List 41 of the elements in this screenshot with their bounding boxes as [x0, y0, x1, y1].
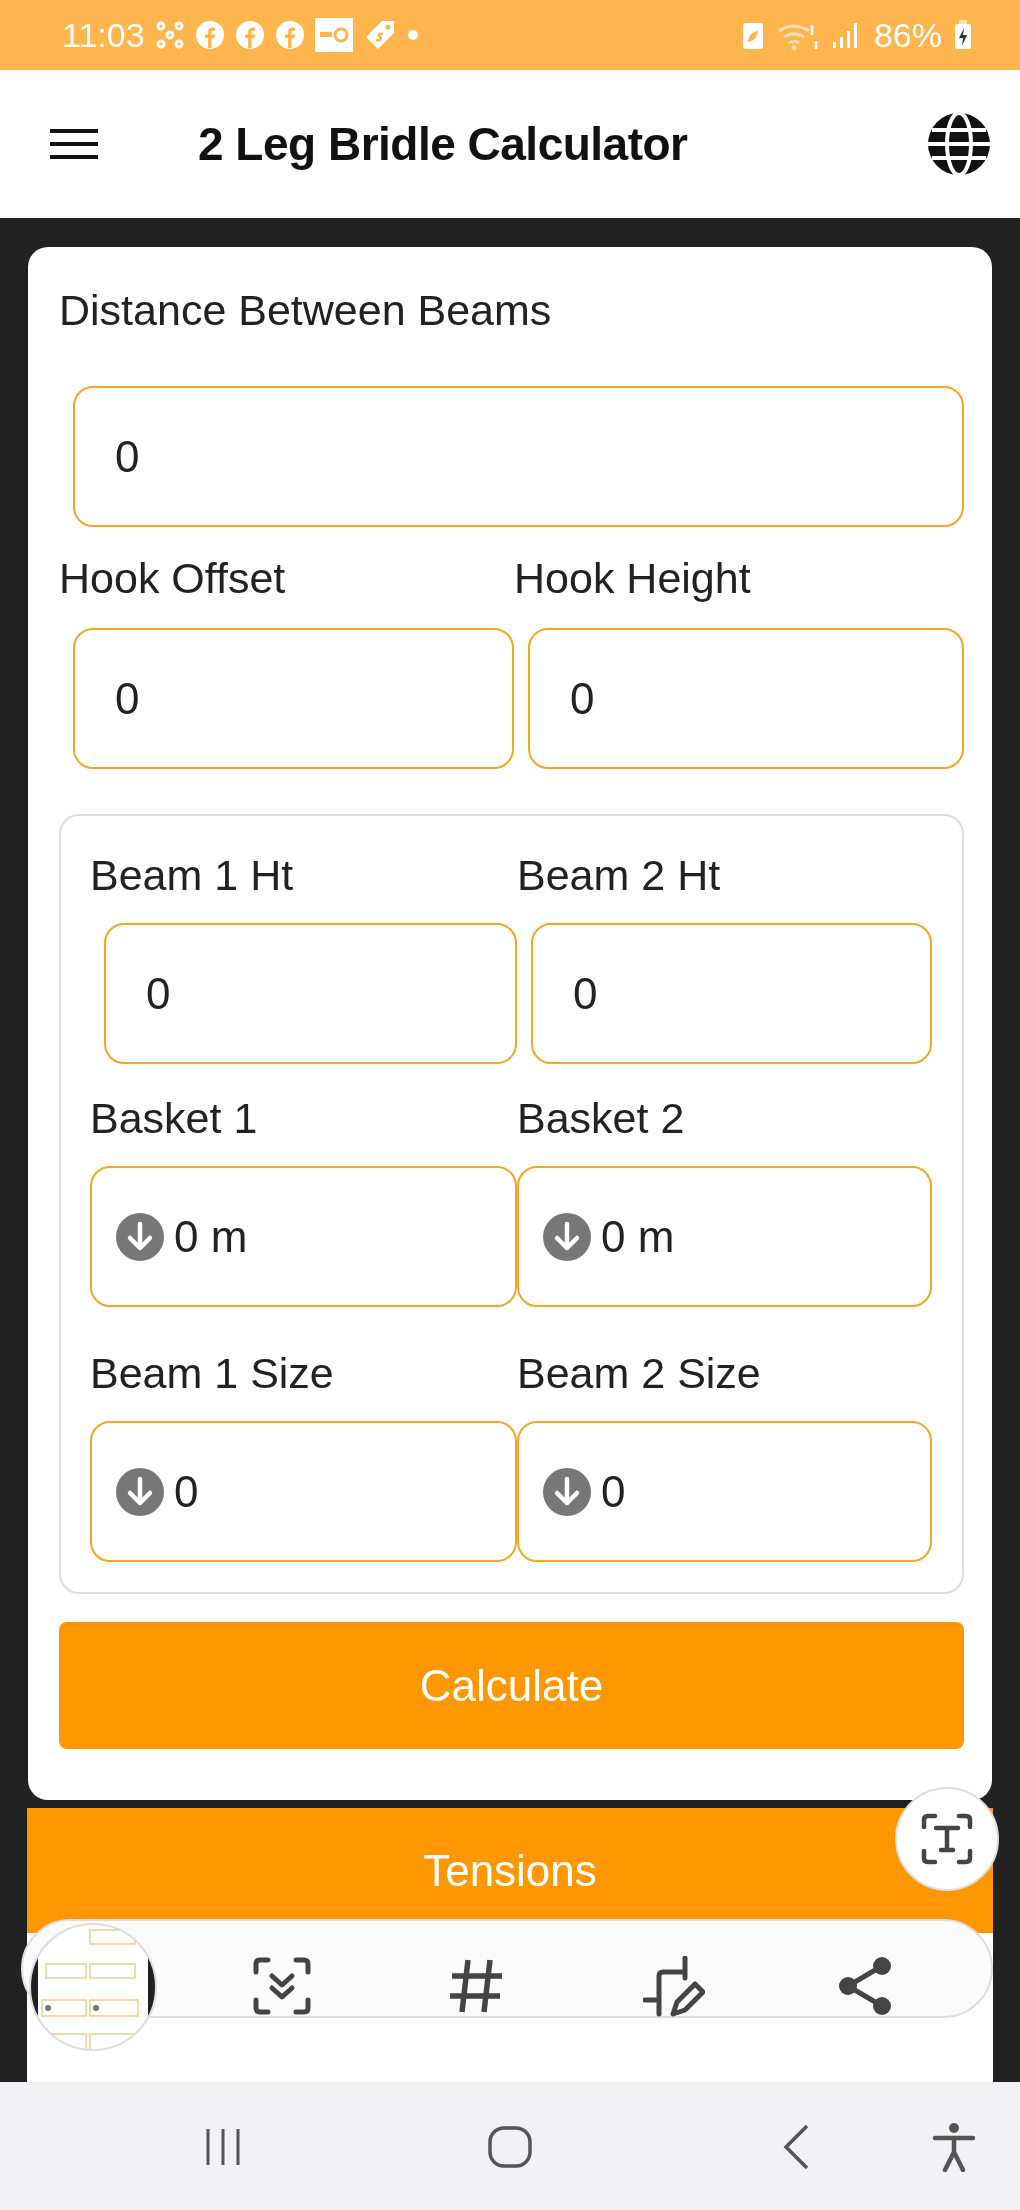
dot-icon — [406, 29, 419, 41]
field-label: Beam 2 Size — [517, 1348, 762, 1399]
clock-time: 11:03 — [62, 15, 145, 55]
input-field[interactable]: 0 — [73, 386, 964, 527]
input-field[interactable]: 0 — [104, 923, 517, 1064]
scroll-capture-icon[interactable] — [252, 1956, 312, 2016]
network-icon — [154, 20, 185, 50]
arrow-down-icon — [116, 1212, 164, 1261]
app-title: 2 Leg Bridle Calculator — [198, 117, 688, 171]
input-field[interactable]: 0 — [528, 628, 964, 769]
text-scan-icon — [921, 1813, 973, 1865]
battery-charging-icon — [954, 20, 972, 50]
accessibility-icon[interactable] — [932, 2122, 976, 2172]
field-label: Beam 1 Size — [90, 1348, 335, 1399]
field-label: Distance Between Beams — [59, 285, 553, 336]
arrow-down-icon — [543, 1467, 591, 1516]
battery-saver-icon — [741, 20, 764, 50]
field-label: Hook Height — [514, 553, 752, 604]
input-field[interactable]: 0 — [531, 923, 932, 1064]
facebook-icon — [194, 20, 225, 50]
field-label: Basket 1 — [90, 1093, 259, 1144]
arrow-down-icon — [116, 1467, 164, 1516]
battery-level: 86% — [873, 15, 942, 55]
back-icon[interactable] — [782, 2124, 810, 2170]
arrow-down-icon — [543, 1212, 591, 1261]
crop-edit-icon[interactable] — [643, 1956, 705, 2018]
dropdown-field[interactable]: 0 — [517, 1421, 932, 1562]
globe-icon[interactable] — [926, 111, 992, 177]
facebook-icon — [234, 20, 265, 50]
home-icon[interactable] — [488, 2126, 532, 2168]
menu-icon[interactable] — [50, 127, 98, 161]
field-label: Hook Offset — [59, 553, 287, 604]
facebook-icon — [274, 20, 305, 50]
app-logo-icon — [314, 18, 353, 52]
input-field[interactable]: 0 — [73, 628, 514, 769]
dropdown-field[interactable]: 0 m — [90, 1166, 517, 1307]
field-label: Basket 2 — [517, 1093, 686, 1144]
dropdown-field[interactable]: 0 m — [517, 1166, 932, 1307]
dropdown-field[interactable]: 0 — [90, 1421, 517, 1562]
field-label: Beam 1 Ht — [90, 850, 295, 901]
field-label: Beam 2 Ht — [517, 850, 722, 901]
